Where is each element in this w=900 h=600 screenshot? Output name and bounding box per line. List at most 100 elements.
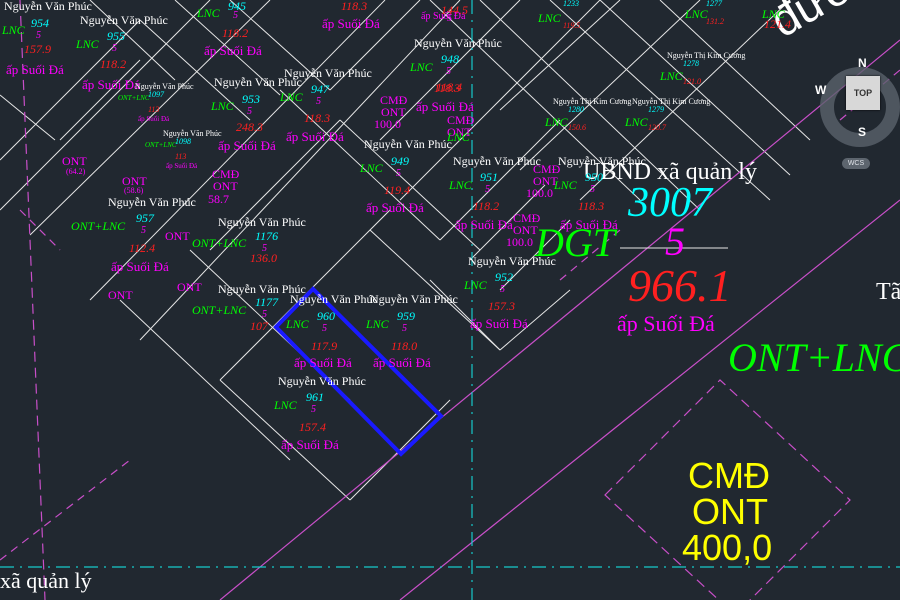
parcel-land-type: LNC — [274, 398, 297, 412]
parcel-land-type[interactable]: LNC — [286, 318, 309, 330]
parcel-sheet: 5 — [233, 10, 238, 21]
parcel-owner: Nguyễn Văn Phúc — [278, 374, 366, 388]
parcel-line — [0, 94, 56, 141]
parcel-address: ấp Suối Đá — [421, 11, 466, 22]
parcel-area: 118.3 — [578, 199, 605, 213]
parcel-land-type: LNC — [464, 278, 487, 292]
small-parcel-area: 113 — [175, 152, 187, 161]
small-parcel-area: 131.2 — [706, 17, 724, 26]
small-parcel-area: 150.6 — [568, 123, 586, 132]
parcel-owner: Nguyễn Văn Phúc — [453, 154, 541, 168]
parcel-number: 959 — [397, 309, 415, 323]
zone-area: 100.0 — [526, 186, 553, 200]
parcel-sheet: 5 — [446, 66, 451, 77]
parcel-address: ấp Suối Đá — [455, 217, 513, 232]
zone-area: 58.7 — [208, 192, 229, 206]
small-parcel-number: 1098 — [175, 137, 191, 146]
parcel-area: 118.0 — [391, 339, 418, 353]
parcel-land-type: LNC — [211, 99, 234, 113]
parcel-owner: Nguyễn Văn Phúc — [364, 137, 452, 151]
parcel-sheet: 5 — [316, 96, 321, 107]
bottom-left-label: xã quản lý — [0, 568, 92, 593]
small-parcel-owner: Nguyễn Thị Kim Cương — [553, 97, 632, 106]
zone-lnc: LNC — [447, 130, 470, 144]
small-parcel-owner: Nguyễn Văn Phúc — [135, 82, 194, 91]
parcel-area: 118.3 — [341, 0, 368, 13]
big-parcel-area: 966.1 — [628, 260, 732, 311]
wcs-menu-button[interactable]: WCS — [842, 158, 870, 169]
parcel-owner: Nguyễn Văn Phúc — [468, 254, 556, 268]
small-parcel-number: 1278 — [683, 59, 699, 68]
parcel-sheet: 5 — [112, 43, 117, 54]
parcel-address: ấp Suối Đá — [416, 99, 474, 114]
small-parcel-number: 1097 — [148, 90, 164, 99]
small-parcel-number: 1279 — [648, 105, 664, 114]
compass-south[interactable]: S — [858, 125, 866, 139]
yellow-zone-line2: ONT — [692, 491, 768, 532]
compass-west[interactable]: W — [815, 83, 826, 97]
parcel-sheet: 5 — [396, 168, 401, 179]
parcel-line — [599, 0, 791, 176]
parcel-owner: Nguyễn Văn Phúc — [4, 0, 92, 13]
small-parcel-number: 1233 — [563, 0, 579, 8]
parcel-address: ấp Suối Đá — [218, 138, 276, 153]
dashed-boundary — [0, 459, 131, 561]
view-cube-top-face[interactable]: TOP — [846, 76, 880, 110]
small-parcel-land-type: LNC — [545, 115, 568, 129]
parcel-area: 157.4 — [299, 420, 326, 434]
parcel-sheet: 5 — [485, 184, 490, 195]
view-cube[interactable]: TOP N S W WCS — [810, 55, 900, 175]
parcel-area: 118.2 — [222, 26, 249, 40]
parcel-sheet: 5 — [500, 284, 505, 295]
cad-viewport[interactable]: đườ TOP N S W WCS UBND xã quản lý 3007 5… — [0, 0, 900, 600]
parcel-number: 950 — [585, 170, 603, 184]
parcel-lines — [0, 0, 811, 501]
zone-area: 100.0 — [506, 235, 533, 249]
parcel-sheet: 5 — [402, 323, 407, 334]
parcel-sheet: 5 — [247, 106, 252, 117]
small-parcel-owner: Nguyễn Văn Phúc — [163, 129, 222, 138]
parcel-owner: Nguyễn Văn Phúc — [290, 292, 378, 306]
parcel-address: ấp Suối Đá — [82, 77, 140, 92]
small-parcel-land-type: ONT+LNC — [118, 94, 150, 102]
parcel-area: 118.2 — [100, 57, 127, 71]
zone-ont: ONT — [213, 179, 238, 193]
small-parcel-area: 119.5 — [563, 21, 581, 30]
dashed-boundary — [19, 209, 61, 251]
parcel-area: 119.4 — [384, 183, 411, 197]
zone-ont: ONT — [165, 229, 190, 243]
parcel-line — [0, 0, 211, 211]
parcel-sheet: 5 — [590, 184, 595, 195]
big-parcel-sheet: 5 — [665, 219, 685, 264]
parcel-number: 952 — [495, 270, 513, 284]
parcel-address: ấp Suối Đá — [286, 129, 344, 144]
zone-area: (58.6) — [124, 186, 144, 195]
parcel-area: 248.3 — [236, 120, 263, 134]
parcel-owner: Nguyễn Văn Phúc — [558, 154, 646, 168]
parcel-number: 1177 — [255, 295, 279, 309]
small-parcel-land-type: LNC — [660, 69, 683, 83]
parcel-land-type: LNC — [76, 37, 99, 51]
parcel-land-type: ONT+LNC — [71, 219, 126, 233]
parcel-owner: Nguyễn Văn Phúc — [108, 195, 196, 209]
dashed-boundary — [19, 0, 46, 600]
parcel-number: 954 — [31, 16, 49, 30]
parcel-area: 117.9 — [311, 339, 338, 353]
zone-ont: ONT — [177, 280, 202, 294]
parcel-owner: Nguyễn Văn Phúc — [284, 66, 372, 80]
small-parcel-area: 121.0 — [683, 77, 701, 86]
parcel-address: ấp Suối Đá — [6, 62, 64, 77]
parcel-area: 157.9 — [24, 42, 51, 56]
parcel-number: 947 — [311, 82, 329, 96]
parcel-address: ấp Suối Đá — [294, 355, 352, 370]
parcel-address: ấp Suối Đá — [204, 43, 262, 58]
parcel-number: 953 — [242, 92, 260, 106]
parcel-sheet: 5 — [322, 323, 327, 334]
parcel-number: 955 — [107, 29, 125, 43]
small-parcel-area: 113 — [148, 105, 160, 114]
parcel-area: 118.3 — [304, 111, 331, 125]
small-parcel-land-type: LNC — [625, 115, 648, 129]
compass-north[interactable]: N — [858, 56, 867, 70]
parcel-number-selected[interactable]: 960 — [317, 310, 335, 322]
parcel-area: 136.0 — [250, 251, 277, 265]
